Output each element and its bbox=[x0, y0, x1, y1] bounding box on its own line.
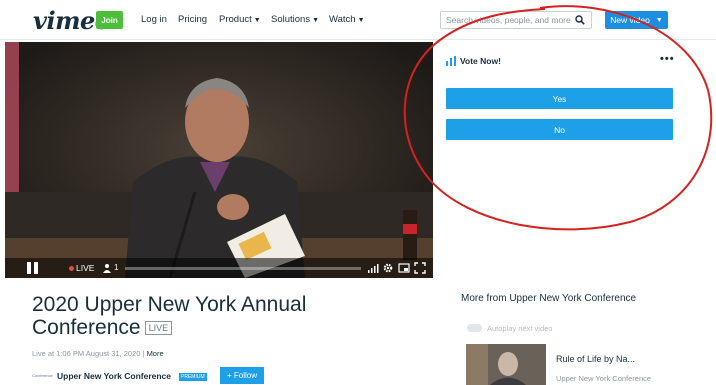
login-link[interactable]: Log in bbox=[141, 14, 167, 25]
video-meta: Live at 1:06 PM August 31, 2020 | More bbox=[32, 349, 164, 358]
autoplay-toggle[interactable] bbox=[467, 324, 482, 332]
poll-icon bbox=[446, 56, 456, 66]
vote-yes-button[interactable]: Yes bbox=[446, 88, 673, 109]
related-video-thumbnail[interactable] bbox=[466, 344, 546, 385]
fullscreen-icon[interactable] bbox=[414, 262, 426, 274]
solutions-menu[interactable]: Solutions ▼ bbox=[271, 14, 319, 25]
top-nav: vimeo Join Log in Pricing Product ▼ Solut… bbox=[0, 0, 716, 40]
live-label: LIVE bbox=[76, 263, 95, 273]
search-placeholder: Search videos, people, and more bbox=[446, 15, 571, 25]
poll-panel: Vote Now! ••• Yes No bbox=[433, 42, 684, 278]
join-button[interactable]: Join bbox=[96, 11, 123, 29]
more-from-heading: More from Upper New York Conference bbox=[461, 293, 637, 304]
more-options-icon[interactable]: ••• bbox=[660, 53, 675, 65]
new-video-button[interactable]: New video ▼ bbox=[605, 11, 668, 29]
chevron-down-icon: ▼ bbox=[357, 17, 365, 24]
owner-name[interactable]: Upper New York Conference bbox=[57, 371, 171, 381]
watch-menu[interactable]: Watch ▼ bbox=[329, 14, 365, 25]
watch-label: Watch bbox=[329, 14, 356, 25]
search-input[interactable]: Search videos, people, and more bbox=[440, 11, 592, 29]
autoplay-label: Autoplay next video bbox=[487, 324, 553, 333]
solutions-label: Solutions bbox=[271, 14, 311, 25]
pricing-link[interactable]: Pricing bbox=[178, 14, 207, 25]
vote-no-button[interactable]: No bbox=[446, 119, 673, 140]
search-icon[interactable] bbox=[575, 15, 585, 25]
pause-button[interactable] bbox=[26, 261, 40, 275]
progress-bar[interactable] bbox=[125, 267, 361, 270]
pip-icon[interactable] bbox=[398, 262, 410, 274]
follow-button[interactable]: + Follow bbox=[220, 367, 264, 384]
chevron-down-icon: ▼ bbox=[655, 16, 663, 24]
video-frame bbox=[5, 42, 433, 278]
more-link[interactable]: More bbox=[147, 349, 164, 358]
premium-badge: PREMIUM bbox=[179, 373, 207, 381]
live-badge: LIVE bbox=[144, 321, 173, 335]
new-video-label: New video bbox=[610, 15, 650, 25]
video-player[interactable]: LIVE 1 bbox=[5, 42, 433, 278]
video-title: 2020 Upper New York Annual Conference LIV… bbox=[32, 293, 412, 339]
volume-icon[interactable] bbox=[367, 262, 379, 274]
person-icon bbox=[103, 264, 111, 273]
player-controls: LIVE 1 bbox=[5, 258, 433, 278]
related-video-title[interactable]: Rule of Life by Na... bbox=[556, 354, 635, 364]
owner-logo[interactable]: Conference bbox=[32, 373, 53, 378]
related-thumbnail-image bbox=[466, 344, 546, 385]
related-video-owner[interactable]: Upper New York Conference bbox=[556, 374, 651, 383]
chevron-down-icon: ▼ bbox=[312, 17, 320, 24]
product-label: Product bbox=[219, 14, 252, 25]
live-timestamp: Live at 1:06 PM August 31, 2020 bbox=[32, 349, 141, 358]
product-menu[interactable]: Product ▼ bbox=[219, 14, 261, 25]
meta-separator: | bbox=[142, 349, 145, 358]
live-indicator bbox=[69, 266, 74, 271]
chevron-down-icon: ▼ bbox=[253, 17, 261, 24]
poll-title: Vote Now! bbox=[460, 56, 501, 66]
gear-icon[interactable] bbox=[382, 262, 394, 274]
viewer-count: 1 bbox=[114, 263, 119, 272]
